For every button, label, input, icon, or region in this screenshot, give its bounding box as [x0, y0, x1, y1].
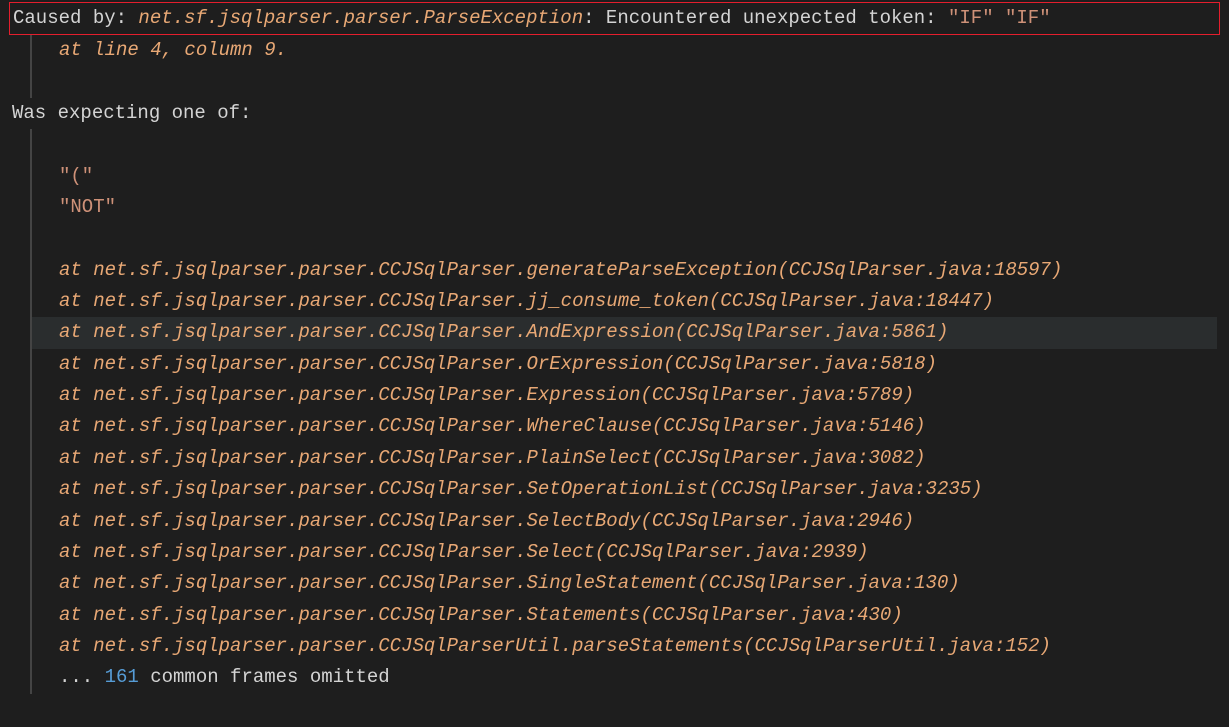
stack-frame[interactable]: at net.sf.jsqlparser.parser.CCJSqlParser… [32, 631, 1217, 662]
stack-frame[interactable]: at net.sf.jsqlparser.parser.CCJSqlParser… [32, 349, 1217, 380]
expected-literal-paren: "(" [32, 161, 1217, 192]
stack-frame[interactable]: at net.sf.jsqlparser.parser.CCJSqlParser… [32, 474, 1217, 505]
frames-omitted-line: ... 161 common frames omitted [32, 662, 1217, 693]
log-output: Caused by: net.sf.jsqlparser.parser.Pars… [0, 0, 1229, 696]
stack-frame[interactable]: at net.sf.jsqlparser.parser.CCJSqlParser… [32, 506, 1217, 537]
exception-class-name: net.sf.jsqlparser.parser.ParseException [138, 7, 583, 29]
exception-message-prefix: Encountered unexpected token: [606, 7, 948, 29]
token-literal-2: "IF" [1005, 7, 1051, 29]
blank-line [32, 223, 1217, 254]
stack-frame[interactable]: at net.sf.jsqlparser.parser.CCJSqlParser… [32, 537, 1217, 568]
stack-frame-highlighted[interactable]: at net.sf.jsqlparser.parser.CCJSqlParser… [32, 317, 1217, 348]
stack-frame[interactable]: at net.sf.jsqlparser.parser.CCJSqlParser… [32, 600, 1217, 631]
stack-frame[interactable]: at net.sf.jsqlparser.parser.CCJSqlParser… [32, 411, 1217, 442]
blank-line [32, 129, 1217, 160]
stack-frame[interactable]: at net.sf.jsqlparser.parser.CCJSqlParser… [32, 380, 1217, 411]
colon: : [583, 7, 606, 29]
stack-frame[interactable]: at net.sf.jsqlparser.parser.CCJSqlParser… [32, 286, 1217, 317]
token-literal-1: "IF" [948, 7, 994, 29]
space [994, 7, 1005, 29]
expected-literal-not: "NOT" [32, 192, 1217, 223]
stack-frame[interactable]: at net.sf.jsqlparser.parser.CCJSqlParser… [32, 443, 1217, 474]
exception-header-line[interactable]: Caused by: net.sf.jsqlparser.parser.Pars… [9, 2, 1220, 35]
omitted-dots: ... [59, 666, 105, 688]
omitted-text: common frames omitted [139, 666, 390, 688]
omitted-count: 161 [105, 666, 139, 688]
blank-line [32, 67, 1217, 98]
stack-frame[interactable]: at net.sf.jsqlparser.parser.CCJSqlParser… [32, 568, 1217, 599]
at-line-column: at line 4, column 9. [32, 35, 1217, 66]
expecting-label: Was expecting one of: [12, 98, 1217, 129]
stack-frame[interactable]: at net.sf.jsqlparser.parser.CCJSqlParser… [32, 255, 1217, 286]
caused-by-label: Caused by: [13, 7, 138, 29]
